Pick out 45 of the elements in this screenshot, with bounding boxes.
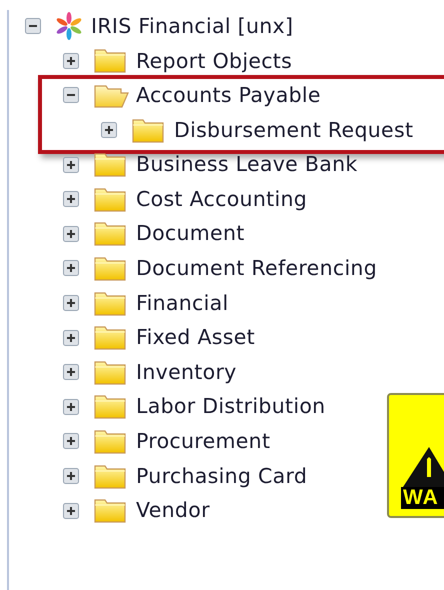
folder-icon — [94, 47, 127, 74]
tree-item-label[interactable]: Business Leave Bank — [136, 149, 358, 180]
tree-item-label[interactable]: Financial — [136, 288, 228, 318]
expand-toggle[interactable] — [63, 330, 79, 346]
folder-icon — [94, 151, 127, 178]
tree-item-label[interactable]: Cost Accounting — [136, 184, 308, 215]
folder-icon — [94, 462, 127, 490]
folder-icon — [94, 428, 127, 455]
tree-item-label[interactable]: Vendor — [136, 495, 210, 526]
expand-toggle[interactable] — [63, 52, 79, 69]
tree-item-label[interactable]: Accounts Payable — [136, 80, 321, 111]
expand-toggle[interactable] — [101, 122, 117, 138]
expand-toggle[interactable] — [63, 191, 79, 208]
tree-item-label[interactable]: Disbursement Request — [174, 114, 414, 146]
folder-icon — [132, 116, 165, 144]
folder-icon — [94, 324, 127, 352]
warning-label: WA — [403, 485, 439, 511]
folder-icon — [94, 497, 127, 524]
folder-icon — [94, 220, 127, 248]
folder-icon — [94, 186, 127, 213]
folder-icon — [94, 393, 127, 420]
tree-item-label[interactable]: Purchasing Card — [136, 460, 308, 492]
expand-toggle[interactable] — [63, 398, 79, 415]
expand-toggle[interactable] — [63, 468, 79, 484]
folder-icon — [94, 254, 127, 282]
expand-toggle[interactable] — [63, 226, 79, 242]
collapse-toggle[interactable] — [25, 18, 41, 34]
tree-item-label[interactable]: Labor Distribution — [136, 391, 326, 422]
tree-item-label[interactable]: Document Referencing — [136, 253, 378, 284]
expand-toggle[interactable] — [63, 364, 79, 380]
expand-toggle[interactable] — [63, 502, 79, 519]
tree-item-label[interactable]: Document — [136, 218, 245, 250]
collapse-toggle[interactable] — [63, 87, 79, 104]
tree-item-label[interactable]: IRIS Financial [unx] — [91, 10, 294, 42]
folder-icon — [94, 290, 127, 317]
tree-item-label[interactable]: Report Objects — [136, 46, 292, 76]
tree-item-label[interactable]: Fixed Asset — [136, 322, 255, 354]
tree-item-label[interactable]: Procurement — [136, 426, 270, 457]
expand-toggle[interactable] — [63, 295, 79, 312]
tree-item-label[interactable]: Inventory — [136, 356, 237, 388]
folder-icon — [94, 358, 127, 386]
expand-toggle[interactable] — [63, 433, 79, 450]
expand-toggle[interactable] — [63, 156, 79, 173]
expand-toggle[interactable] — [63, 260, 79, 276]
pinwheel-logo-icon — [55, 12, 83, 40]
